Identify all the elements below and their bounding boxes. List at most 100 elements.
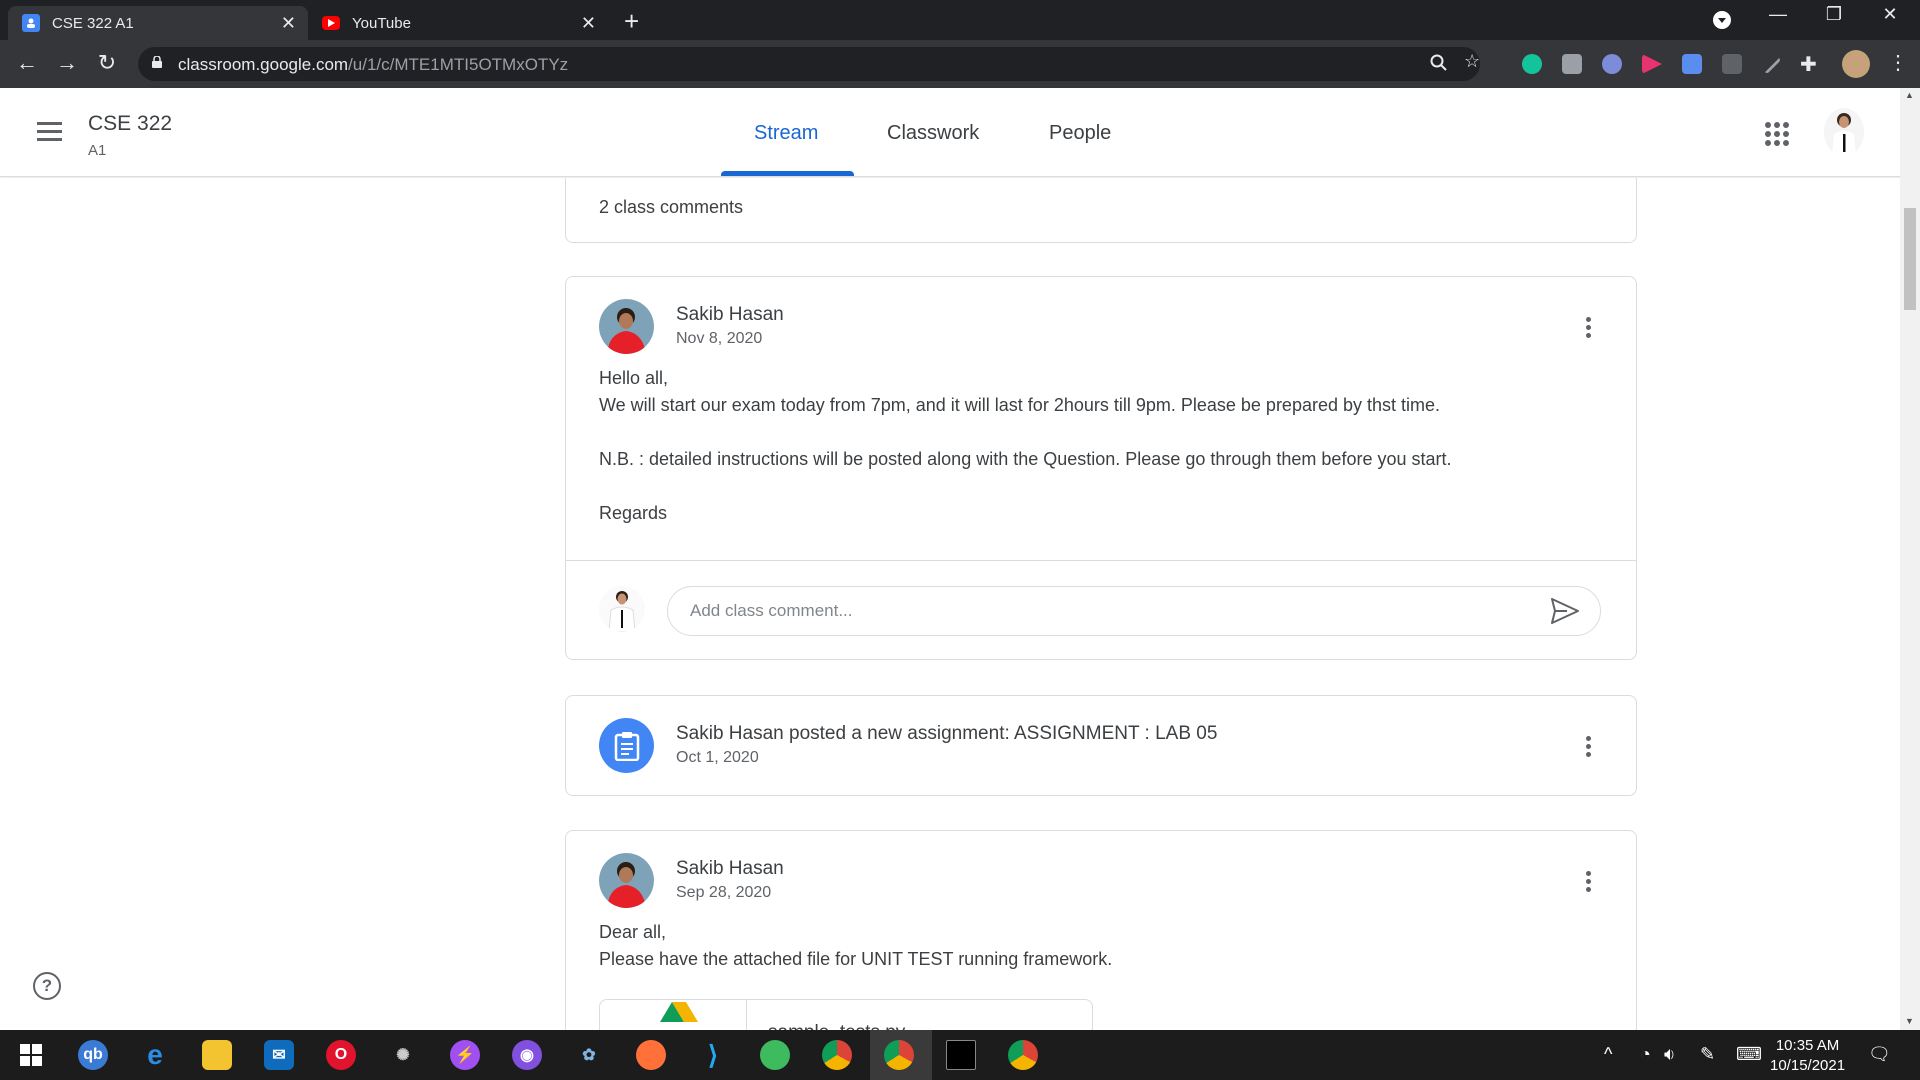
volume-icon[interactable]: 🔉︎ (1664, 1044, 1675, 1065)
class-section: A1 (88, 142, 107, 159)
pen-extension-icon[interactable] (1762, 55, 1782, 75)
tab-people[interactable]: People (1049, 122, 1111, 145)
vscode-icon[interactable]: ⟩ (698, 1040, 728, 1070)
post-line: Dear all, (599, 922, 667, 942)
post-author: Sakib Hasan (676, 858, 784, 879)
more-options-icon[interactable] (1586, 871, 1592, 895)
reload-icon[interactable]: ↻ (92, 50, 122, 76)
previous-post-card: 2 class comments (565, 178, 1637, 243)
help-icon[interactable]: ? (33, 972, 61, 1000)
more-options-icon[interactable] (1586, 317, 1592, 341)
messenger-icon[interactable]: ⚡ (450, 1040, 480, 1070)
active-tab-indicator (721, 171, 854, 176)
browser-tab-classroom[interactable]: CSE 322 A1 ✕ (8, 6, 308, 40)
download-extension-icon[interactable] (1682, 54, 1702, 74)
back-icon[interactable]: ← (12, 50, 42, 76)
grammarly-icon[interactable] (1522, 54, 1542, 74)
class-comments-link[interactable]: 2 class comments (599, 197, 743, 218)
main-menu-icon[interactable] (37, 122, 62, 142)
google-apps-icon[interactable] (1765, 122, 1789, 146)
notifications-icon[interactable]: 🗨︎ (1868, 1044, 1891, 1065)
pen-icon[interactable]: ✎ (1700, 1044, 1715, 1065)
attachment-filename: sample_tests.py (768, 1022, 905, 1030)
more-options-icon[interactable] (1586, 736, 1592, 760)
user-avatar (599, 586, 645, 632)
app-icon[interactable] (760, 1040, 790, 1070)
author-avatar (599, 299, 654, 354)
announcement-card: Sakib Hasan Sep 28, 2020 Dear all, Pleas… (565, 830, 1637, 1030)
post-date[interactable]: Nov 8, 2020 (676, 330, 762, 348)
account-avatar[interactable] (1824, 108, 1864, 156)
class-name[interactable]: CSE 322 (88, 112, 172, 136)
clock-date: 10/15/2021 (1770, 1057, 1846, 1074)
send-icon[interactable] (1551, 598, 1579, 624)
post-author: Sakib Hasan (676, 304, 784, 325)
windows-start-icon[interactable] (16, 1040, 46, 1070)
comment-composer (566, 560, 1636, 660)
zoom-icon[interactable] (1430, 54, 1448, 77)
edge-icon[interactable]: e (140, 1039, 170, 1070)
extension-icon[interactable] (1722, 54, 1742, 74)
profile-avatar-icon[interactable] (1842, 50, 1870, 78)
extensions-puzzle-icon[interactable]: ✚ (1800, 52, 1817, 77)
tab-classwork[interactable]: Classwork (887, 122, 979, 145)
url-path: /u/1/c/MTE1MTI5OTMxOTYz (348, 55, 569, 74)
clock-time: 10:35 AM (1775, 1037, 1840, 1054)
post-line: N.B. : detailed instructions will be pos… (599, 449, 1452, 469)
address-bar[interactable]: classroom.google.com/u/1/c/MTE1MTI5OTMxO… (138, 47, 1480, 81)
scroll-up-icon[interactable]: ▲ (1905, 90, 1914, 100)
tab-stream[interactable]: Stream (754, 122, 818, 145)
wifi-icon[interactable]: ◔ (1640, 1044, 1651, 1065)
tab-search-icon[interactable] (1702, 10, 1742, 35)
app-icon[interactable]: ✺ (388, 1040, 418, 1070)
close-tab-icon[interactable]: ✕ (281, 13, 296, 34)
app-icon[interactable]: ✿ (574, 1040, 604, 1070)
assignment-date: Oct 1, 2020 (676, 749, 759, 766)
minimize-icon[interactable]: — (1758, 4, 1798, 25)
scrollbar-thumb[interactable] (1904, 208, 1916, 310)
file-explorer-icon[interactable] (202, 1040, 232, 1070)
browser-tab-youtube[interactable]: YouTube ✕ (308, 6, 608, 40)
new-tab-icon[interactable]: + (624, 6, 639, 37)
system-clock[interactable]: 10:35 AM 10/15/2021 (1770, 1036, 1845, 1076)
assignment-title[interactable]: Sakib Hasan posted a new assignment: ASS… (676, 723, 1217, 745)
browser-toolbar: ← → ↻ classroom.google.com/u/1/c/MTE1MTI… (0, 40, 1920, 88)
opera-icon[interactable]: O (326, 1040, 356, 1070)
mail-icon[interactable]: ✉ (264, 1040, 294, 1070)
extension-icon[interactable] (1602, 54, 1622, 74)
github-icon[interactable]: ◉ (512, 1040, 542, 1070)
tab-title: CSE 322 A1 (52, 14, 134, 32)
firefox-icon[interactable] (636, 1040, 666, 1070)
youtube-icon (322, 16, 340, 30)
post-text: Hello all, We will start our exam today … (599, 365, 1452, 527)
scroll-down-icon[interactable]: ▼ (1905, 1016, 1914, 1026)
close-tab-icon[interactable]: ✕ (581, 13, 596, 34)
page-scrollbar[interactable]: ▲ ▼ (1900, 88, 1920, 1030)
keyboard-icon[interactable]: ⌨ (1736, 1044, 1762, 1065)
windows-taskbar: qb e ✉ O ✺ ⚡ ◉ ✿ ⟩ ^ ◔ 🔉︎ ✎ ⌨ 10:35 AM 1… (0, 1030, 1920, 1080)
play-extension-icon[interactable] (1642, 54, 1662, 74)
chrome-icon[interactable] (1008, 1040, 1038, 1070)
post-line: Hello all, (599, 368, 669, 388)
close-window-icon[interactable]: ✕ (1870, 4, 1910, 25)
screenshot-extension-icon[interactable] (1562, 54, 1582, 74)
bookmark-star-icon[interactable]: ☆ (1464, 51, 1480, 72)
terminal-icon[interactable] (946, 1040, 976, 1070)
qbittorrent-icon[interactable]: qb (78, 1040, 108, 1070)
class-comment-input[interactable] (667, 586, 1601, 636)
chrome-menu-icon[interactable]: ⋮ (1888, 50, 1908, 75)
file-attachment[interactable]: sample_tests.py (599, 999, 1093, 1030)
chrome-icon[interactable] (884, 1040, 914, 1070)
announcement-card: Sakib Hasan Nov 8, 2020 Hello all, We wi… (565, 276, 1637, 660)
assignment-card[interactable]: Sakib Hasan posted a new assignment: ASS… (565, 695, 1637, 796)
restore-icon[interactable]: ❐ (1814, 4, 1854, 25)
browser-tab-strip: CSE 322 A1 ✕ YouTube ✕ + — ❐ ✕ (0, 0, 1920, 40)
post-line: We will start our exam today from 7pm, a… (599, 395, 1441, 415)
url-host: classroom.google.com (178, 55, 349, 74)
classroom-header: CSE 322 A1 Stream Classwork People (0, 88, 1920, 177)
forward-icon[interactable]: → (52, 50, 82, 76)
author-avatar (599, 853, 654, 908)
post-date[interactable]: Sep 28, 2020 (676, 884, 771, 902)
show-hidden-icons[interactable]: ^ (1604, 1044, 1612, 1065)
chrome-icon[interactable] (822, 1040, 852, 1070)
